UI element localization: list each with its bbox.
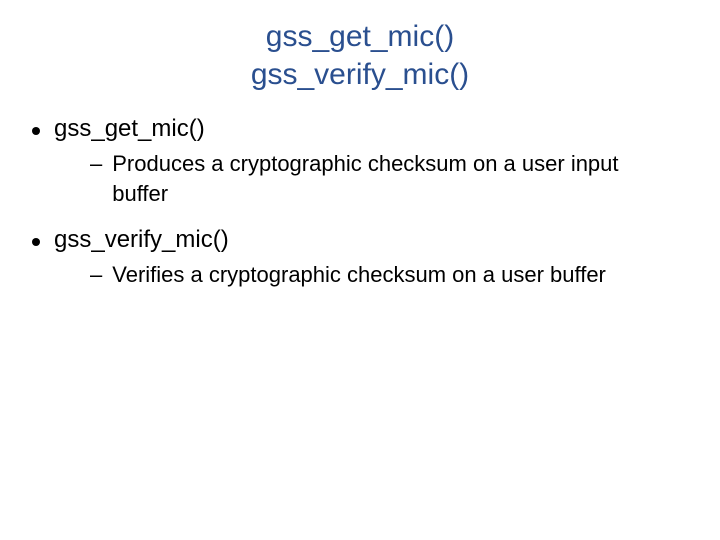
dash-icon: –: [90, 260, 102, 290]
title-line-2: gss_verify_mic(): [251, 58, 469, 91]
sub-bullet-item-1: – Produces a cryptographic checksum on a…: [90, 149, 692, 208]
title-line-1: gss_get_mic(): [266, 20, 454, 53]
bullet-item-1: gss_get_mic(): [32, 115, 692, 143]
bullet-item-2-label: gss_verify_mic(): [54, 226, 229, 254]
bullet-item-2: gss_verify_mic(): [32, 226, 692, 254]
slide: gss_get_mic() gss_verify_mic() gss_get_m…: [0, 0, 720, 540]
bullet-item-1-label: gss_get_mic(): [54, 115, 205, 143]
bullet-dot-icon: [32, 238, 40, 246]
slide-title: gss_get_mic() gss_verify_mic(): [28, 18, 692, 93]
bullet-dot-icon: [32, 127, 40, 135]
sub-bullet-item-1-text: Produces a cryptographic checksum on a u…: [112, 149, 672, 208]
sub-bullet-item-2: – Verifies a cryptographic checksum on a…: [90, 260, 692, 290]
sub-bullet-item-2-text: Verifies a cryptographic checksum on a u…: [112, 260, 606, 290]
dash-icon: –: [90, 149, 102, 179]
